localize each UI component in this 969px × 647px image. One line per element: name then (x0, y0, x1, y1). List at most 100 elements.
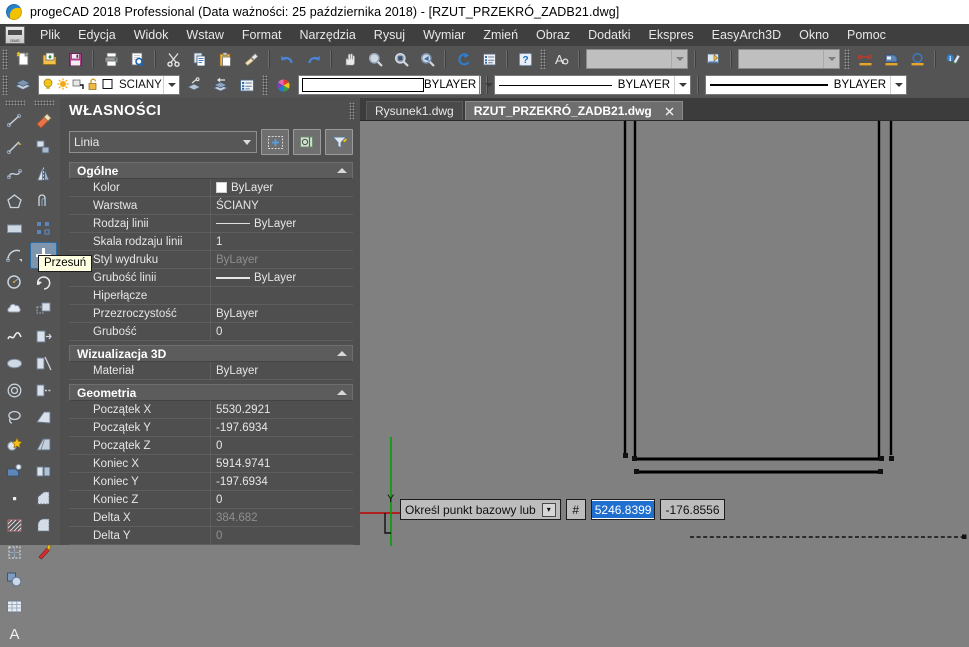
copy-object-icon[interactable] (30, 134, 57, 161)
lineweight-combo[interactable]: BYLAYER (705, 75, 907, 95)
property-row-koniec-z[interactable]: Koniec Z 0 (69, 491, 353, 509)
undo-icon[interactable] (275, 47, 299, 71)
property-row-poczatek-y[interactable]: Początek Y -197.6934 (69, 419, 353, 437)
property-value-warstwa[interactable]: ŚCIANY (211, 197, 353, 214)
property-value-poczatek-x[interactable]: 5530.2921 (211, 401, 353, 418)
property-row-grubosc-linii[interactable]: Grubość linii ByLayer (69, 269, 353, 287)
menu-obraz[interactable]: Obraz (527, 26, 579, 44)
category-geometria[interactable]: Geometria (69, 384, 353, 401)
property-row-poczatek-x[interactable]: Początek X 5530.2921 (69, 401, 353, 419)
ray-tool-icon[interactable] (1, 134, 28, 161)
polygon-tool-icon[interactable] (1, 188, 28, 215)
property-row-skala-rodzaju-linii[interactable]: Skala rodzaju linii 1 (69, 233, 353, 251)
property-row-grubosc[interactable]: Grubość 0 (69, 323, 353, 341)
copy-icon[interactable] (187, 47, 211, 71)
dynamic-input-prompt[interactable]: Określ punkt bazowy lub ▾ (400, 499, 561, 520)
cut-scissors-icon[interactable] (161, 47, 185, 71)
modify-toolbar-grip[interactable] (33, 100, 54, 106)
property-value-skala-rodzaju-linii[interactable]: 1 (211, 233, 353, 250)
property-row-hiperlacze[interactable]: Hiperłącze (69, 287, 353, 305)
ellipse-tool-icon[interactable] (1, 350, 28, 377)
dimension-style-combo[interactable] (738, 49, 840, 69)
menu-plik[interactable]: Plik (31, 26, 69, 44)
lineweight-chevron-down-icon[interactable] (890, 76, 906, 94)
extend-tool-icon[interactable] (30, 377, 57, 404)
tab-close-glyph[interactable] (665, 107, 674, 116)
offset-tool-icon[interactable] (30, 188, 57, 215)
menu-easyarch3d[interactable]: EasyArch3D (703, 26, 790, 44)
block-edit-icon[interactable] (1, 458, 28, 485)
property-row-poczatek-z[interactable]: Początek Z 0 (69, 437, 353, 455)
print-icon[interactable] (99, 47, 123, 71)
property-value-koniec-z[interactable]: 0 (211, 491, 353, 508)
collapse-triangle-icon-3[interactable] (337, 390, 347, 395)
array-tool-icon[interactable] (30, 215, 57, 242)
dynamic-input-x-field[interactable]: 5246.8399 (590, 499, 656, 520)
zoom-extents-icon[interactable] (389, 47, 413, 71)
layer-combo[interactable]: ŚCIANY (38, 75, 180, 95)
spline-tool-icon[interactable] (1, 161, 28, 188)
paste-icon[interactable] (213, 47, 237, 71)
match-properties-icon[interactable] (239, 47, 263, 71)
linetype-chevron-down-icon[interactable] (674, 76, 690, 94)
menu-widok[interactable]: Widok (125, 26, 178, 44)
property-row-warstwa[interactable]: Warstwa ŚCIANY (69, 197, 353, 215)
collapse-triangle-icon[interactable] (337, 168, 347, 173)
rotate-tool-icon[interactable] (30, 269, 57, 296)
zoom-previous-icon[interactable] (415, 47, 439, 71)
gradient-tool-icon[interactable] (1, 539, 28, 566)
linetype-combo[interactable]: BYLAYER (494, 75, 691, 95)
scale-tool-icon[interactable] (30, 296, 57, 323)
property-row-koniec-y[interactable]: Koniec Y -197.6934 (69, 473, 353, 491)
redo-icon[interactable] (301, 47, 325, 71)
menu-ekspres[interactable]: Ekspres (639, 26, 702, 44)
props-toolbar-grip[interactable] (262, 75, 268, 95)
menu-dodatki[interactable]: Dodatki (579, 26, 639, 44)
object-type-chevron-down-icon[interactable] (238, 139, 256, 145)
property-row-material[interactable]: Materiał ByLayer (69, 362, 353, 380)
rectangle-tool-icon[interactable] (1, 215, 28, 242)
circle-tool-icon-top[interactable] (905, 47, 929, 71)
text-tool-icon[interactable]: A (1, 620, 28, 647)
lightbulb-on-icon[interactable] (41, 77, 55, 94)
mirror-tool-icon[interactable] (30, 161, 57, 188)
menu-format[interactable]: Format (233, 26, 291, 44)
object-color-combo[interactable]: BYLAYER (298, 75, 493, 95)
menu-narzedzia[interactable]: Narzędzia (291, 26, 365, 44)
property-value-przezroczystosc[interactable]: ByLayer (211, 305, 353, 322)
info-layer-icon[interactable]: i (941, 47, 965, 71)
unlock-padlock-icon[interactable] (86, 77, 100, 94)
toolbar-grip-2[interactable] (540, 49, 546, 69)
property-row-kolor[interactable]: Kolor ByLayer (69, 179, 353, 197)
properties-panel-grip[interactable] (349, 102, 355, 120)
donut-tool-icon[interactable] (1, 377, 28, 404)
property-row-przezroczystosc[interactable]: Przezroczystość ByLayer (69, 305, 353, 323)
chevron-down-icon[interactable] (671, 50, 687, 68)
property-value-hiperlacze[interactable] (211, 287, 353, 304)
color-wheel-icon[interactable] (271, 73, 295, 97)
category-wizualizacja-3d[interactable]: Wizualizacja 3D (69, 345, 353, 362)
property-value-poczatek-z[interactable]: 0 (211, 437, 353, 454)
property-value-grubosc-linii[interactable]: ByLayer (211, 269, 353, 286)
drawing-canvas[interactable]: Y Określ punkt bazowy lub ▾ # 5246.8399 … (360, 120, 969, 546)
circle-tool-icon[interactable] (1, 269, 28, 296)
refresh-regen-icon[interactable] (451, 47, 475, 71)
erase-tool-icon[interactable] (30, 107, 57, 134)
freeze-viewport-icon[interactable] (71, 77, 85, 94)
join-tool-icon[interactable] (30, 458, 57, 485)
layer-previous-icon[interactable] (209, 73, 233, 97)
point-tool-icon[interactable] (1, 485, 28, 512)
layer-color-swatch-icon[interactable] (101, 77, 114, 93)
menu-rysuj[interactable]: Rysuj (365, 26, 414, 44)
print-preview-icon[interactable] (125, 47, 149, 71)
help-question-icon[interactable]: ? (513, 47, 537, 71)
property-value-material[interactable]: ByLayer (211, 362, 353, 379)
dimension-style-icon[interactable] (701, 47, 725, 71)
chamfer-tool-icon[interactable] (30, 485, 57, 512)
table-tool-icon[interactable] (1, 593, 28, 620)
tab-rysunek1[interactable]: Rysunek1.dwg (366, 101, 463, 120)
freehand-sketch-icon[interactable] (1, 323, 28, 350)
block-insert-tool-icon[interactable] (1, 431, 28, 458)
property-value-poczatek-y[interactable]: -197.6934 (211, 419, 353, 436)
save-file-icon[interactable] (63, 47, 87, 71)
